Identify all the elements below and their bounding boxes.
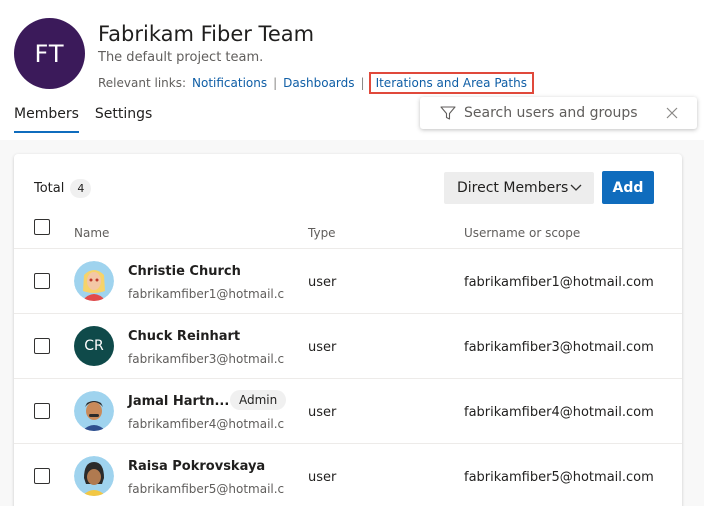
member-type: user: [308, 405, 337, 420]
link-separator: |: [360, 76, 365, 90]
member-email: fabrikamfiber5@hotmail.com: [128, 482, 284, 496]
team-name: Fabrikam Fiber Team: [98, 22, 315, 46]
member-email: fabrikamfiber4@hotmail.com: [128, 417, 284, 431]
avatar: [74, 456, 114, 496]
dashboards-link[interactable]: Dashboards: [283, 76, 354, 90]
member-email: fabrikamfiber1@hotmail.com: [128, 287, 284, 301]
avatar: [74, 391, 114, 431]
tab-bar: Members Settings: [14, 106, 168, 133]
member-type: user: [308, 470, 337, 485]
filter-icon: [440, 106, 456, 120]
member-email: fabrikamfiber3@hotmail.com: [128, 352, 284, 366]
member-name: Raisa Pokrovskaya: [128, 459, 266, 474]
row-checkbox[interactable]: [34, 403, 50, 419]
member-type: user: [308, 275, 337, 290]
relevant-links-label: Relevant links:: [98, 76, 186, 90]
add-button[interactable]: Add: [602, 171, 654, 204]
filter-label: Direct Members: [457, 180, 569, 196]
member-type: user: [308, 340, 337, 355]
member-scope: fabrikamfiber4@hotmail.com: [464, 405, 654, 420]
table-row[interactable]: Christie Church fabrikamfiber1@hotmail.c…: [14, 248, 682, 313]
member-name: Christie Church: [128, 264, 241, 279]
table-row[interactable]: CR Chuck Reinhart fabrikamfiber3@hotmail…: [14, 313, 682, 378]
row-checkbox[interactable]: [34, 468, 50, 484]
iterations-area-paths-link[interactable]: Iterations and Area Paths: [368, 72, 534, 94]
row-checkbox[interactable]: [34, 338, 50, 354]
total-label: Total: [34, 181, 65, 196]
link-separator: |: [273, 76, 278, 90]
member-scope: fabrikamfiber3@hotmail.com: [464, 340, 654, 355]
white-strip: [504, 4, 519, 50]
total-members: Total 4: [34, 179, 92, 198]
column-header-name[interactable]: Name: [74, 226, 109, 240]
table-row[interactable]: Raisa Pokrovskaya fabrikamfiber5@hotmail…: [14, 443, 682, 506]
member-name: Chuck Reinhart: [128, 329, 241, 344]
relevant-links: Relevant links: Notifications | Dashboar…: [98, 72, 534, 94]
column-header-scope[interactable]: Username or scope: [464, 226, 580, 240]
avatar: [74, 261, 114, 301]
admin-badge: Admin: [230, 390, 287, 410]
search-box[interactable]: [420, 97, 697, 129]
notifications-link[interactable]: Notifications: [192, 76, 267, 90]
row-checkbox[interactable]: [34, 273, 50, 289]
close-icon[interactable]: [665, 106, 679, 120]
member-scope: fabrikamfiber1@hotmail.com: [464, 275, 654, 290]
member-scope: fabrikamfiber5@hotmail.com: [464, 470, 654, 485]
avatar: CR: [74, 326, 114, 366]
column-header-type[interactable]: Type: [308, 226, 336, 240]
members-filter-dropdown[interactable]: Direct Members: [444, 172, 594, 204]
table-row[interactable]: Jamal Hartn... Admin fabrikamfiber4@hotm…: [14, 378, 682, 443]
avatar-initials: CR: [74, 326, 114, 366]
chevron-down-icon: [570, 184, 582, 191]
search-input[interactable]: [464, 105, 664, 121]
team-avatar: FT: [14, 18, 85, 89]
tab-members[interactable]: Members: [14, 106, 79, 133]
members-card: Total 4 Direct Members Add Name Type Use…: [14, 154, 682, 506]
select-all-checkbox[interactable]: [34, 219, 50, 235]
member-name: Jamal Hartn...: [128, 394, 230, 409]
tab-settings[interactable]: Settings: [95, 106, 152, 133]
total-count-badge: 4: [70, 179, 92, 198]
team-description: The default project team.: [98, 50, 264, 65]
